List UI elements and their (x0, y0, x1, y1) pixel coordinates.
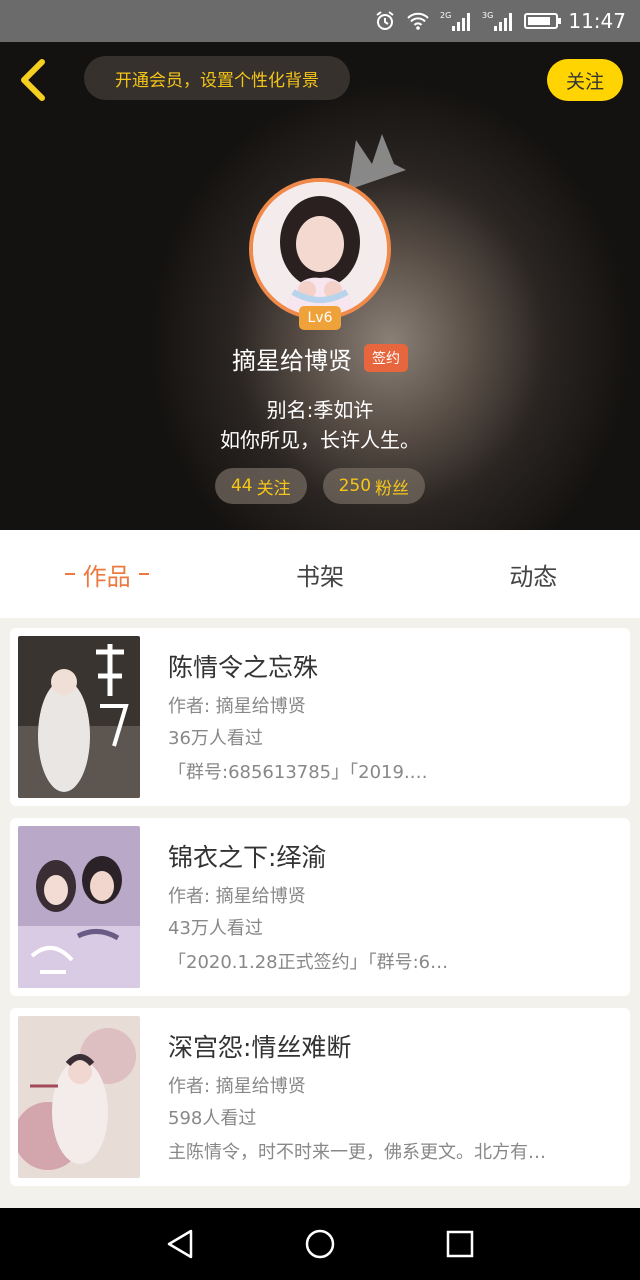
status-time: 11:47 (568, 9, 626, 33)
fans-stat[interactable]: 250 粉丝 (322, 468, 426, 504)
book-tags: 「2020.1.28正式签约」「群号:6… (168, 952, 449, 973)
book-card[interactable]: 锦衣之下:绎渝 作者: 摘星给博贤 43万人看过 「2020.1.28正式签约」… (10, 818, 630, 996)
book-author: 作者: 摘星给博贤 (168, 1076, 306, 1097)
active-dash-left (64, 573, 75, 575)
nav-recents-button[interactable] (442, 1226, 478, 1262)
book-views: 43万人看过 (168, 918, 263, 939)
signal-icon: 2G (440, 10, 472, 32)
nav-home-icon (305, 1229, 335, 1259)
book-cover (18, 636, 140, 798)
book-title: 陈情令之忘殊 (168, 653, 319, 682)
username: 摘星给博贤 (232, 346, 352, 375)
following-stat[interactable]: 44 关注 (214, 468, 307, 504)
tab-bookshelf-label: 书架 (295, 562, 344, 591)
signal-icon: 3G (482, 10, 514, 32)
system-nav-bar (0, 1208, 640, 1280)
tab-updates-label: 动态 (509, 562, 558, 591)
wifi-icon (406, 11, 430, 31)
fans-label: 粉丝 (375, 478, 410, 499)
fans-count: 250 (338, 476, 372, 496)
book-views: 598人看过 (168, 1108, 257, 1129)
alarm-icon (374, 10, 396, 32)
nav-back-button[interactable] (162, 1226, 198, 1262)
status-bar: 2G 3G 11:47 (0, 0, 640, 42)
tab-bookshelf[interactable]: 书架 (213, 530, 426, 618)
book-card[interactable]: 深宫怨:情丝难断 作者: 摘星给博贤 598人看过 主陈情令，时不时来一更，佛系… (10, 1008, 630, 1186)
book-card[interactable]: 陈情令之忘殊 作者: 摘星给博贤 36万人看过 「群号:685613785」「2… (10, 628, 630, 806)
book-author: 作者: 摘星给博贤 (168, 696, 306, 717)
book-list: 陈情令之忘殊 作者: 摘星给博贤 36万人看过 「群号:685613785」「2… (0, 618, 640, 1210)
svg-text:2G: 2G (440, 11, 451, 20)
battery-icon (524, 13, 562, 29)
book-views: 36万人看过 (168, 728, 263, 749)
alias: 别名:季如许 (266, 398, 374, 422)
vip-background-prompt[interactable]: 开通会员，设置个性化背景 (84, 56, 350, 100)
book-cover (18, 1016, 140, 1178)
book-author: 作者: 摘星给博贤 (168, 886, 306, 907)
following-count: 44 (230, 476, 253, 496)
svg-text:3G: 3G (482, 11, 493, 20)
nav-recents-icon (446, 1230, 474, 1258)
stats-row: 44 关注 250 粉丝 (0, 468, 640, 504)
tab-works-label: 作品 (82, 562, 131, 591)
book-cover (18, 826, 140, 988)
follow-button[interactable]: 关注 (547, 59, 623, 101)
back-icon (21, 59, 45, 101)
following-label: 关注 (256, 478, 291, 499)
avatar-photo (253, 182, 387, 316)
nav-back-icon (167, 1229, 193, 1259)
motto: 如你所见，长许人生。 (220, 428, 420, 452)
signed-badge: 签约 (364, 344, 408, 372)
tab-updates[interactable]: 动态 (427, 530, 640, 618)
avatar[interactable] (249, 178, 391, 320)
profile-header: 开通会员，设置个性化背景 关注 Lv6 摘星给博贤 签约 别名:季如许 如你所见… (0, 42, 640, 530)
book-title: 深宫怨:情丝难断 (168, 1033, 352, 1062)
book-tags: 主陈情令，时不时来一更，佛系更文。北方有… (168, 1142, 546, 1163)
tab-works[interactable]: 作品 (0, 530, 213, 618)
active-dash-right (138, 573, 149, 575)
battery-level (528, 17, 551, 25)
tab-bar: 作品 书架 动态 (0, 530, 640, 618)
book-title: 锦衣之下:绎渝 (168, 843, 327, 872)
nav-home-button[interactable] (302, 1226, 338, 1262)
book-tags: 「群号:685613785」「2019.… (168, 762, 428, 783)
back-button[interactable] (16, 58, 52, 102)
name-row: 摘星给博贤 签约 (0, 338, 640, 378)
level-badge: Lv6 (299, 306, 341, 330)
